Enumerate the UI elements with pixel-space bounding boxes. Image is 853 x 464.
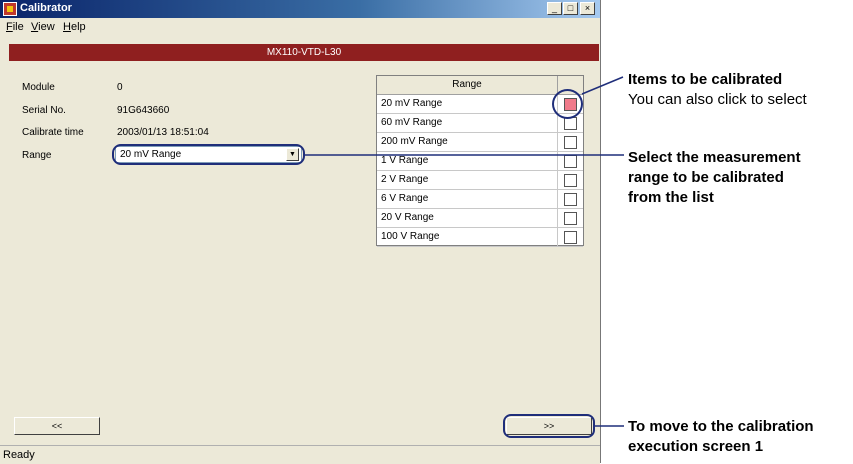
annotation-move: To move to the calibration execution scr… — [628, 417, 814, 457]
annotation-select: Select the measurement range to be calib… — [628, 148, 801, 208]
annotation-items-title: Items to be calibrated — [628, 71, 783, 88]
items-pointer-line — [581, 76, 624, 95]
annotation-items: Items to be calibrated You can also clic… — [628, 70, 807, 110]
annotation-move-line1: To move to the calibration — [628, 418, 814, 435]
annotation-select-line1: Select the measurement — [628, 149, 801, 166]
annotation-select-line3: from the list — [628, 189, 714, 206]
annotation-move-line2: execution screen 1 — [628, 438, 764, 455]
annotation-select-line2: range to be calibrated — [628, 169, 784, 186]
annotation-items-sub: You can also click to select — [628, 91, 807, 108]
